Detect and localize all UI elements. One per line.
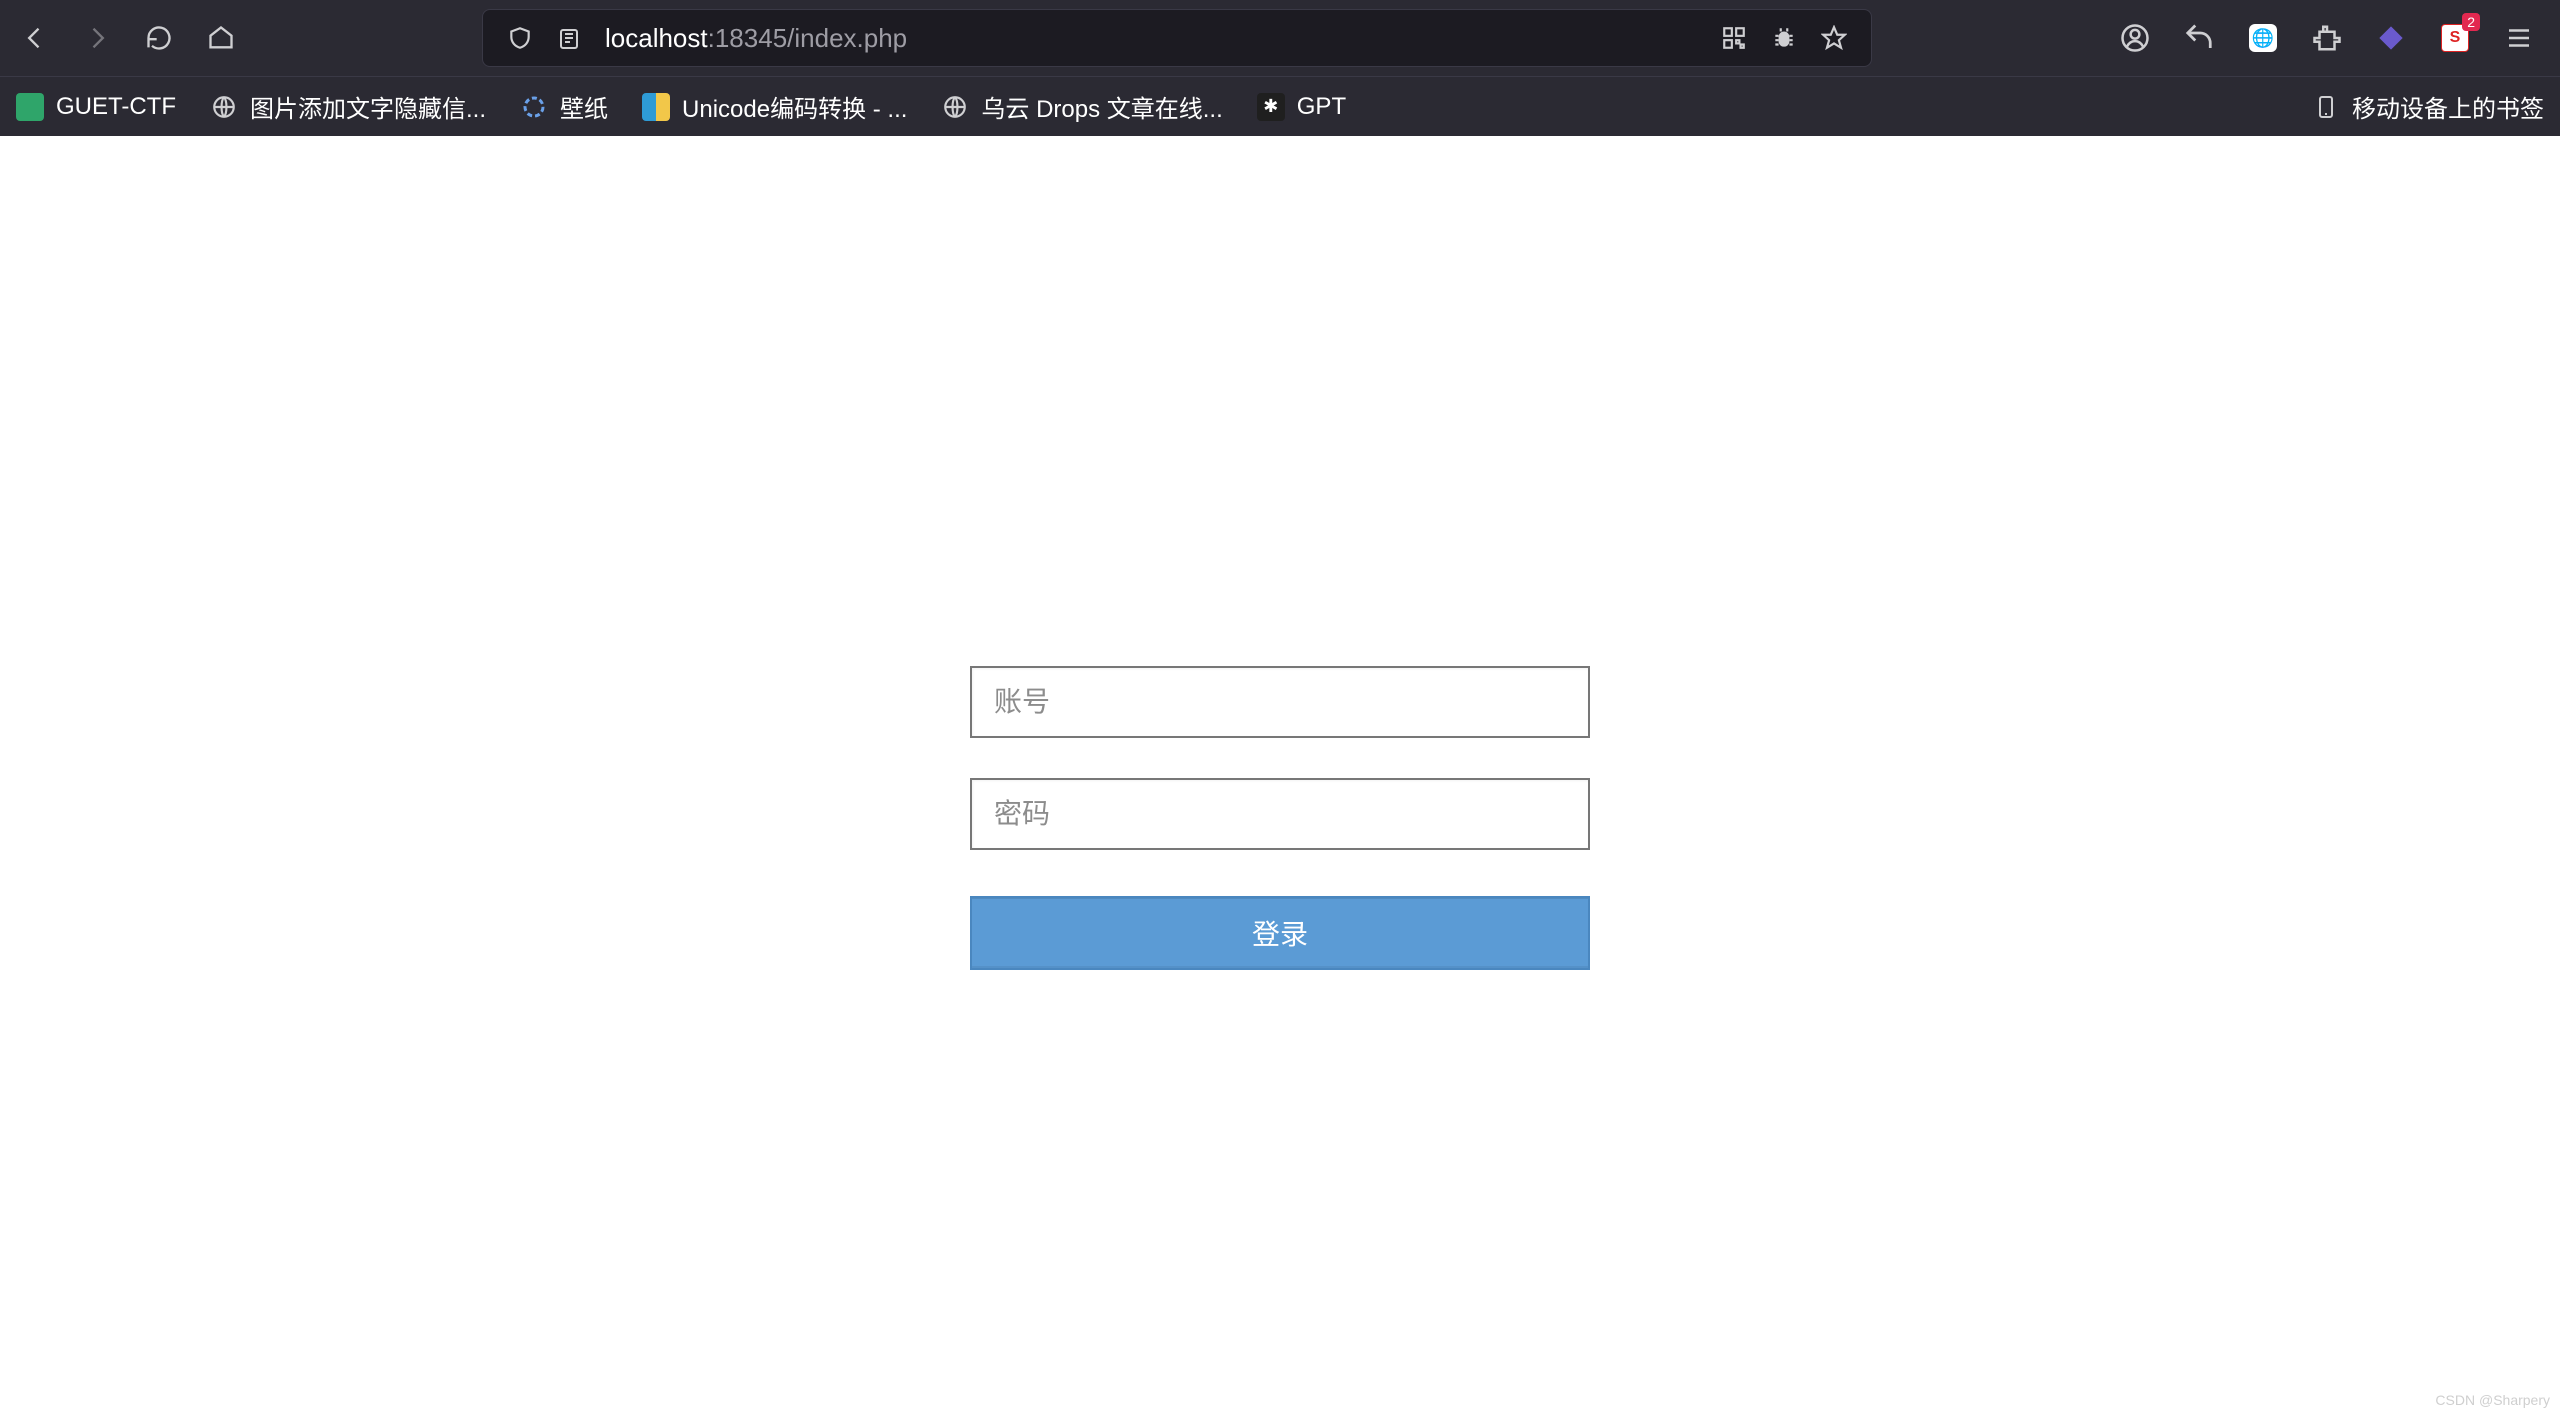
home-button[interactable] [206,23,236,53]
username-input[interactable] [970,666,1590,738]
bookmark-guet-ctf[interactable]: GUET-CTF [16,93,176,121]
urlbar-container: localhost:18345/index.php [258,9,2096,67]
bookmark-favicon [16,93,44,121]
bookmarks-bar: GUET-CTF 图片添加文字隐藏信... 壁纸 Unicode编码转换 - .… [0,76,2560,136]
bookmark-label: 乌云 Drops 文章在线... [981,89,1222,124]
url-bar[interactable]: localhost:18345/index.php [482,9,1872,67]
watermark: CSDN @Sharpery [2435,1392,2550,1408]
bookmark-label: 壁纸 [560,89,608,124]
reload-button[interactable] [144,23,174,53]
account-icon[interactable] [2118,21,2152,55]
bookmark-favicon [642,93,670,121]
mobile-icon [2312,93,2340,121]
url-rest: :18345/index.php [708,23,908,53]
browser-toolbar: localhost:18345/index.php [0,0,2560,76]
url-text: localhost:18345/index.php [605,23,907,54]
globe-icon [941,93,969,121]
browser-chrome: localhost:18345/index.php [0,0,2560,136]
bookmark-wooyun[interactable]: 乌云 Drops 文章在线... [941,89,1222,124]
page-content: 登录 [0,136,2560,970]
shield-icon[interactable] [507,25,533,51]
bookmark-wallpaper[interactable]: 壁纸 [520,89,608,124]
extension-diamond[interactable] [2374,21,2408,55]
bug-icon[interactable] [1771,25,1797,51]
qr-icon[interactable] [1721,25,1747,51]
undo-button[interactable] [2182,21,2216,55]
bookmark-label: Unicode编码转换 - ... [682,89,907,124]
extension-translate[interactable]: 🌐 [2246,21,2280,55]
nav-button-group [14,23,236,53]
toolbar-right-group: 🌐 S 2 [2118,21,2546,55]
mobile-bookmarks-label: 移动设备上的书签 [2352,89,2544,124]
extensions-icon[interactable] [2310,21,2344,55]
login-form: 登录 [970,666,1590,970]
app-menu-button[interactable] [2502,21,2536,55]
bookmark-star-icon[interactable] [1821,25,1847,51]
url-host: localhost [605,23,708,53]
lock-icon[interactable] [557,25,581,51]
mobile-bookmarks[interactable]: 移动设备上的书签 [2312,89,2544,124]
bookmark-label: GPT [1297,93,1346,121]
login-button[interactable]: 登录 [970,896,1590,970]
extension-badge: 2 [2462,13,2480,31]
extension-noscript[interactable]: S 2 [2438,21,2472,55]
bookmark-label: GUET-CTF [56,93,176,121]
forward-button[interactable] [82,23,112,53]
bookmark-favicon [520,93,548,121]
bookmark-favicon: ✱ [1257,93,1285,121]
back-button[interactable] [20,23,50,53]
bookmark-gpt[interactable]: ✱ GPT [1257,93,1346,121]
bookmark-unicode[interactable]: Unicode编码转换 - ... [642,89,907,124]
globe-icon [210,93,238,121]
bookmark-label: 图片添加文字隐藏信... [250,89,486,124]
bookmark-image-steg[interactable]: 图片添加文字隐藏信... [210,89,486,124]
password-input[interactable] [970,778,1590,850]
